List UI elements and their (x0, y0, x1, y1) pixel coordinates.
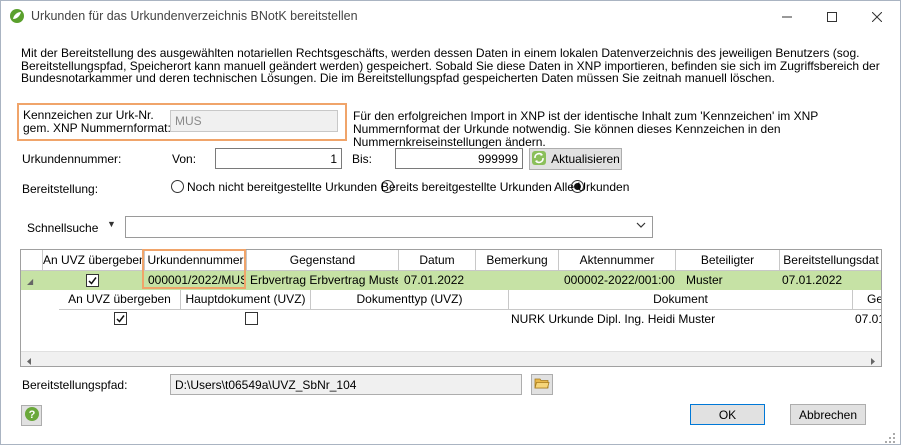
scroll-right-icon[interactable] (869, 355, 877, 366)
subrow-ge: 07.01 (855, 312, 881, 326)
expand-triangle-icon[interactable]: ◢ (27, 277, 33, 286)
scroll-left-icon[interactable] (25, 355, 33, 366)
subrow-hauptdokument-checkbox[interactable] (245, 312, 258, 325)
svg-text:?: ? (28, 409, 35, 421)
bis-input[interactable]: 999999 (395, 148, 523, 169)
row-bemerkung (481, 271, 559, 290)
von-label: Von: (172, 152, 197, 166)
subcol-header-hauptdokument[interactable]: Hauptdokument (UVZ) (181, 290, 311, 310)
schnellsuche-label: Schnellsuche (27, 221, 99, 235)
urkundennummer-highlight (142, 249, 246, 289)
resize-grip-icon[interactable] (885, 431, 897, 445)
col-header-bemerkung[interactable]: Bemerkung (476, 250, 559, 271)
grid-header-expander (21, 250, 43, 271)
radio-noch-nicht[interactable] (171, 180, 184, 193)
kennzeichen-label: Kennzeichen zur Urk-Nr. gem. XNP Nummern… (23, 108, 171, 135)
bis-label: Bis: (352, 152, 373, 166)
subcol-header-an-uvz[interactable]: An UVZ übergeben (59, 290, 181, 310)
row-gegenstand: Erbvertrag Erbvertrag Muster (250, 273, 398, 287)
row-an-uvz-checkbox[interactable] (86, 274, 99, 287)
von-input[interactable]: 1 (215, 148, 342, 169)
help-button[interactable]: ? (21, 405, 42, 426)
dialog-window: Urkunden für das Urkundenverzeichnis BNo… (0, 0, 901, 445)
title-bar[interactable]: Urkunden für das Urkundenverzeichnis BNo… (1, 1, 900, 32)
row-aktennummer: 000002-2022/001:00 (564, 273, 675, 287)
col-header-bereitstellungsdatum[interactable]: Bereitstellungsdat (780, 250, 881, 271)
radio-alle-label[interactable]: Alle Urkunden (554, 180, 629, 194)
refresh-label: Aktualisieren (551, 152, 620, 166)
subcol-header-ge[interactable]: Ge (853, 290, 881, 310)
schnellsuche-dropdown-icon[interactable]: ▼ (107, 219, 116, 229)
ok-button[interactable]: OK (690, 404, 765, 425)
browse-button[interactable] (531, 374, 553, 395)
refresh-icon (531, 150, 547, 169)
subrow-an-uvz-checkbox[interactable] (114, 312, 127, 325)
subcol-header-dokumenttyp[interactable]: Dokumenttyp (UVZ) (311, 290, 509, 310)
chevron-down-icon[interactable] (636, 221, 646, 232)
close-icon[interactable] (854, 1, 900, 32)
row-bereitstellungsdatum: 07.01.2022 (782, 273, 843, 287)
cancel-button[interactable]: Abbrechen (790, 404, 866, 425)
pfad-label: Bereitstellungspfad: (22, 378, 128, 392)
refresh-button[interactable]: Aktualisieren (529, 148, 622, 170)
bereitstellung-label: Bereitstellung: (22, 182, 99, 196)
radio-noch-nicht-label[interactable]: Noch nicht bereitgestellte Urkunden (187, 180, 377, 194)
subcol-header-dokument[interactable]: Dokument (509, 290, 853, 310)
subrow-dokumenttyp (316, 310, 506, 328)
col-header-datum[interactable]: Datum (399, 250, 476, 271)
row-datum: 07.01.2022 (404, 273, 465, 287)
schnellsuche-input[interactable] (125, 216, 653, 238)
col-header-beteiligter[interactable]: Beteiligter (676, 250, 780, 271)
app-leaf-icon (9, 8, 25, 24)
intro-text: Mit der Bereitstellung des ausgewählten … (21, 46, 880, 85)
maximize-icon[interactable] (809, 1, 855, 32)
pfad-field[interactable]: D:\Users\t06549a\UVZ_SbNr_104 (170, 374, 522, 395)
kennzeichen-info: Für den erfolgreichen Import in XNP ist … (353, 109, 819, 149)
radio-bereits-label[interactable]: Bereits bereitgestellte Urkunden (381, 180, 552, 194)
subrow-dokument: NURK Urkunde Dipl. Ing. Heidi Muster (511, 312, 716, 326)
window-title: Urkunden für das Urkundenverzeichnis BNo… (31, 9, 358, 23)
minimize-icon[interactable] (764, 1, 810, 32)
urkundennummer-label: Urkundennummer: (22, 152, 122, 166)
col-header-an-uvz[interactable]: An UVZ übergeben (43, 250, 145, 271)
col-header-aktennummer[interactable]: Aktennummer (559, 250, 676, 271)
folder-open-icon (534, 376, 550, 393)
help-icon: ? (24, 406, 40, 425)
horizontal-scrollbar[interactable] (21, 351, 881, 366)
row-beteiligter: Muster (686, 273, 723, 287)
kennzeichen-field: MUS (170, 110, 338, 132)
col-header-gegenstand[interactable]: Gegenstand (247, 250, 399, 271)
